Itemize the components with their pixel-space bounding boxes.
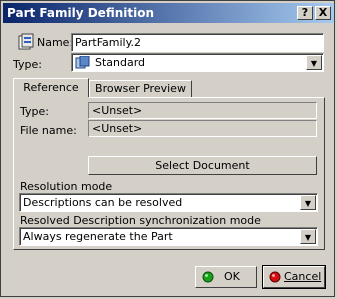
dropdown-arrow-icon: ▼ bbox=[304, 199, 312, 208]
close-button[interactable]: X bbox=[315, 6, 331, 20]
help-button[interactable]: ? bbox=[297, 6, 313, 20]
ok-button[interactable]: OK bbox=[195, 266, 257, 288]
window-title: Part Family Definition bbox=[7, 6, 155, 20]
ref-type-value: <Unset> bbox=[92, 104, 143, 117]
resolution-mode-label: Resolution mode bbox=[20, 180, 113, 193]
title-bar[interactable]: Part Family Definition ? X bbox=[3, 3, 334, 23]
ok-icon bbox=[202, 271, 214, 283]
name-label: Name: bbox=[37, 36, 74, 49]
type-value: Standard bbox=[95, 56, 146, 69]
tab-reference-label: Reference bbox=[23, 81, 79, 94]
sync-dropdown-button[interactable]: ▼ bbox=[300, 229, 316, 244]
tab-reference[interactable]: Reference bbox=[13, 78, 89, 99]
standard-part-icon bbox=[75, 56, 90, 69]
tab-browser-preview[interactable]: Browser Preview bbox=[89, 80, 192, 98]
ref-type-field: <Unset> bbox=[88, 102, 317, 119]
resolution-mode-value: Descriptions can be resolved bbox=[23, 196, 183, 209]
catalog-icon bbox=[18, 33, 34, 50]
close-icon: X bbox=[318, 6, 328, 19]
select-document-button[interactable]: Select Document bbox=[88, 156, 317, 175]
sync-mode-value: Always regenerate the Part bbox=[23, 230, 173, 243]
file-name-value: <Unset> bbox=[92, 122, 143, 135]
dropdown-arrow-icon: ▼ bbox=[310, 59, 318, 68]
sync-mode-select[interactable]: Always regenerate the Part ▼ bbox=[19, 227, 318, 246]
cancel-label: Cancel bbox=[284, 270, 322, 283]
resolution-dropdown-button[interactable]: ▼ bbox=[300, 195, 316, 210]
dropdown-arrow-icon: ▼ bbox=[304, 233, 312, 242]
ok-label: OK bbox=[224, 270, 240, 283]
ref-type-label: Type: bbox=[20, 105, 49, 118]
name-value: PartFamily.2 bbox=[75, 36, 142, 49]
tab-browser-preview-label: Browser Preview bbox=[95, 82, 186, 95]
active-tab-joint bbox=[14, 97, 89, 99]
name-field[interactable]: PartFamily.2 bbox=[71, 33, 324, 52]
type-dropdown-button[interactable]: ▼ bbox=[306, 55, 322, 70]
resolution-mode-select[interactable]: Descriptions can be resolved ▼ bbox=[19, 193, 318, 212]
cancel-icon bbox=[269, 271, 281, 283]
sync-mode-label: Resolved Description synchronization mod… bbox=[20, 214, 261, 227]
file-name-label: File name: bbox=[20, 124, 77, 137]
type-label: Type: bbox=[13, 58, 42, 71]
file-name-field: <Unset> bbox=[88, 120, 317, 137]
dialog-window: Part Family Definition ? X Name: PartFam… bbox=[0, 0, 335, 297]
select-document-label: Select Document bbox=[155, 159, 250, 172]
type-select[interactable]: Standard ▼ bbox=[71, 53, 324, 72]
cancel-button[interactable]: Cancel bbox=[262, 265, 326, 289]
help-icon: ? bbox=[301, 6, 309, 19]
